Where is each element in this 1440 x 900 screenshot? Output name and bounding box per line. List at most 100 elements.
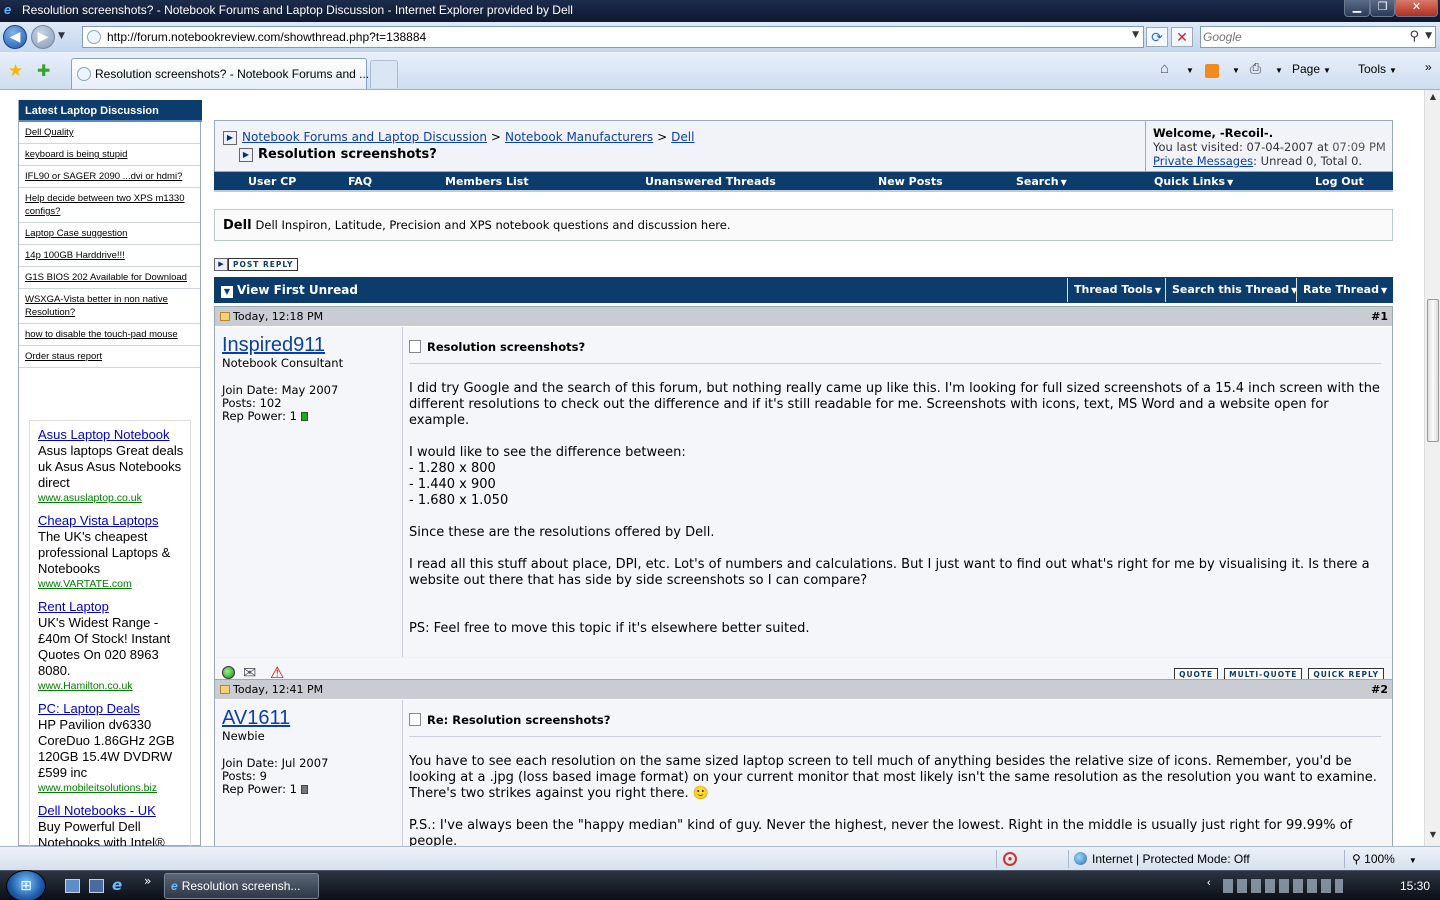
show-desktop-icon[interactable] xyxy=(65,879,80,893)
forum-jump-icon[interactable]: ▶ xyxy=(223,131,237,145)
recent-pages-dropdown[interactable]: ▼ xyxy=(58,31,65,41)
start-button[interactable]: ⊞ xyxy=(6,870,46,900)
post-reply-top[interactable]: ▶ POST REPLY xyxy=(214,257,299,271)
post-number[interactable]: #2 xyxy=(1371,683,1388,696)
nav-log-out[interactable]: Log Out xyxy=(1315,175,1364,188)
ad-url[interactable]: www.Hamilton.co.uk xyxy=(38,679,190,693)
stop-button[interactable]: ✕ xyxy=(1171,27,1193,47)
refresh-button[interactable]: ⟳ xyxy=(1146,27,1168,47)
sidebar-item[interactable]: WSXGA-Vista better in non native Resolut… xyxy=(19,289,200,324)
add-favorites-icon[interactable]: ✚ xyxy=(37,61,50,80)
ad-url[interactable]: www.VARTATE.com xyxy=(38,577,190,591)
switch-windows-icon[interactable] xyxy=(89,879,104,893)
forward-button[interactable]: ▶ xyxy=(31,25,55,49)
ie-icon: e xyxy=(4,2,12,17)
url-text[interactable]: http://forum.notebookreview.com/showthre… xyxy=(107,30,426,44)
chevron-down-icon[interactable]: ▼ xyxy=(1232,66,1240,75)
thread-arrow-icon: ▶ xyxy=(239,148,253,162)
sidebar-link[interactable]: G1S BIOS 202 Available for Download xyxy=(25,272,187,283)
search-input[interactable] xyxy=(1203,29,1403,45)
feeds-icon[interactable] xyxy=(1205,64,1219,78)
nav-new-posts[interactable]: New Posts xyxy=(878,175,943,188)
sidebar-item[interactable]: Help decide between two XPS m1330 config… xyxy=(19,188,200,223)
search-icon[interactable]: ⚲ xyxy=(1409,29,1419,44)
sidebar-link[interactable]: Help decide between two XPS m1330 config… xyxy=(25,193,185,217)
sidebar-link[interactable]: Order staus report xyxy=(25,351,102,362)
nav-members-list[interactable]: Members List xyxy=(445,175,529,188)
favorites-star-icon[interactable]: ★ xyxy=(8,61,23,81)
sidebar-item[interactable]: Laptop Case suggestion xyxy=(19,223,200,245)
post-reply-button[interactable]: POST REPLY xyxy=(228,258,299,271)
sidebar-link[interactable]: Dell Quality xyxy=(25,127,74,138)
vertical-scrollbar[interactable]: ▲ ▼ xyxy=(1424,90,1440,846)
post-number[interactable]: #1 xyxy=(1371,310,1388,323)
new-tab-button[interactable] xyxy=(370,60,398,88)
sidebar-link[interactable]: keyboard is being stupid xyxy=(25,149,127,160)
print-icon[interactable]: ⎙ xyxy=(1250,60,1261,77)
rate-thread-menu[interactable]: Rate Thread ▼ xyxy=(1296,278,1393,302)
ie-quicklaunch-icon[interactable]: e xyxy=(112,876,127,894)
sidebar-link[interactable]: Laptop Case suggestion xyxy=(25,228,127,239)
sidebar-link[interactable]: IFL90 or SAGER 2090 ...dvi or hdmi? xyxy=(25,171,182,182)
address-field[interactable]: http://forum.notebookreview.com/showthre… xyxy=(82,26,1144,48)
ad-url[interactable]: www.asuslaptop.co.uk xyxy=(38,491,190,505)
security-zone[interactable]: Internet | Protected Mode: Off xyxy=(1074,852,1250,866)
tools-menu-button[interactable]: Tools ▼ xyxy=(1358,62,1397,76)
ad-title[interactable]: Dell Notebooks - UK xyxy=(38,803,190,819)
thread-tools-menu[interactable]: Thread Tools ▼ xyxy=(1067,278,1167,302)
search-thread-menu[interactable]: Search this Thread ▼ xyxy=(1165,278,1303,302)
page-menu-button[interactable]: Page ▼ xyxy=(1292,62,1331,76)
back-button[interactable]: ◀ xyxy=(3,25,27,49)
search-box[interactable]: ⚲ ▼ xyxy=(1200,26,1436,48)
tray-icons[interactable] xyxy=(1223,879,1343,893)
ad-title[interactable]: Cheap Vista Laptops xyxy=(38,513,190,529)
close-button[interactable]: ✕ xyxy=(1395,0,1438,17)
tray-expand-icon[interactable]: ‹ xyxy=(1207,877,1211,889)
minimize-button[interactable]: ▁ xyxy=(1344,0,1370,17)
post-username[interactable]: Inspired911 xyxy=(222,333,395,357)
maximize-button[interactable]: ❐ xyxy=(1370,0,1395,17)
taskbar-ie-window[interactable]: e Resolution screensh... xyxy=(164,873,319,899)
sidebar-item[interactable]: Dell Quality xyxy=(19,122,200,144)
zoom-control[interactable]: ⚲ 100% ▼ xyxy=(1352,852,1417,866)
view-first-unread[interactable]: ▼ View First Unread xyxy=(221,283,358,298)
globe-icon xyxy=(1074,852,1087,865)
scroll-up-icon[interactable]: ▲ xyxy=(1427,92,1439,106)
nav-user-cp[interactable]: User CP xyxy=(248,175,296,188)
sidebar-link[interactable]: 14p 100GB Harddrive!!! xyxy=(25,250,125,261)
chevron-down-icon[interactable]: ▼ xyxy=(1132,30,1139,40)
breadcrumb-link[interactable]: Notebook Forums and Laptop Discussion xyxy=(242,130,487,144)
chevron-down-icon[interactable]: ▼ xyxy=(1186,66,1194,75)
sidebar-item[interactable]: G1S BIOS 202 Available for Download xyxy=(19,267,200,289)
sidebar-item[interactable]: 14p 100GB Harddrive!!! xyxy=(19,245,200,267)
nav-quick-links[interactable]: Quick Links ▼ xyxy=(1154,175,1233,188)
ad-title[interactable]: Rent Laptop xyxy=(38,599,190,615)
post-username[interactable]: AV1611 xyxy=(222,706,395,730)
sidebar-item[interactable]: how to disable the touch-pad mouse xyxy=(19,324,200,346)
sidebar-item[interactable]: IFL90 or SAGER 2090 ...dvi or hdmi? xyxy=(19,166,200,188)
chevron-down-icon[interactable]: ▼ xyxy=(1275,66,1283,75)
clock[interactable]: 15:30 xyxy=(1400,879,1430,893)
scroll-thumb[interactable] xyxy=(1427,299,1439,442)
nav-search[interactable]: Search ▼ xyxy=(1016,175,1067,188)
sidebar-item[interactable]: Order staus report xyxy=(19,346,200,368)
sidebar-link[interactable]: how to disable the touch-pad mouse xyxy=(25,329,178,340)
ad-title[interactable]: PC: Laptop Deals xyxy=(38,701,190,717)
browser-tab-active[interactable]: Resolution screenshots? - Notebook Forum… xyxy=(71,58,369,89)
quicklaunch-more-icon[interactable]: » xyxy=(144,874,151,888)
breadcrumb-link[interactable]: Dell xyxy=(671,130,694,144)
chevron-down-icon[interactable]: ▼ xyxy=(1425,31,1432,41)
scroll-down-icon[interactable]: ▼ xyxy=(1427,830,1439,844)
sidebar-item[interactable]: keyboard is being stupid xyxy=(19,144,200,166)
more-commands-icon[interactable]: » xyxy=(1425,60,1432,74)
popup-blocker-icon[interactable]: ● xyxy=(1003,852,1017,866)
ad-url[interactable]: www.mobileitsolutions.biz xyxy=(38,781,190,795)
home-icon[interactable]: ⌂ xyxy=(1160,60,1169,77)
reputation-icon xyxy=(300,785,308,794)
breadcrumb-link[interactable]: Notebook Manufacturers xyxy=(505,130,653,144)
sidebar-link[interactable]: WSXGA-Vista better in non native Resolut… xyxy=(25,294,168,318)
nav-faq[interactable]: FAQ xyxy=(348,175,372,188)
private-messages-link[interactable]: Private Messages xyxy=(1153,154,1253,168)
ad-title[interactable]: Asus Laptop Notebook xyxy=(38,427,190,443)
nav-unanswered-threads[interactable]: Unanswered Threads xyxy=(645,175,776,188)
